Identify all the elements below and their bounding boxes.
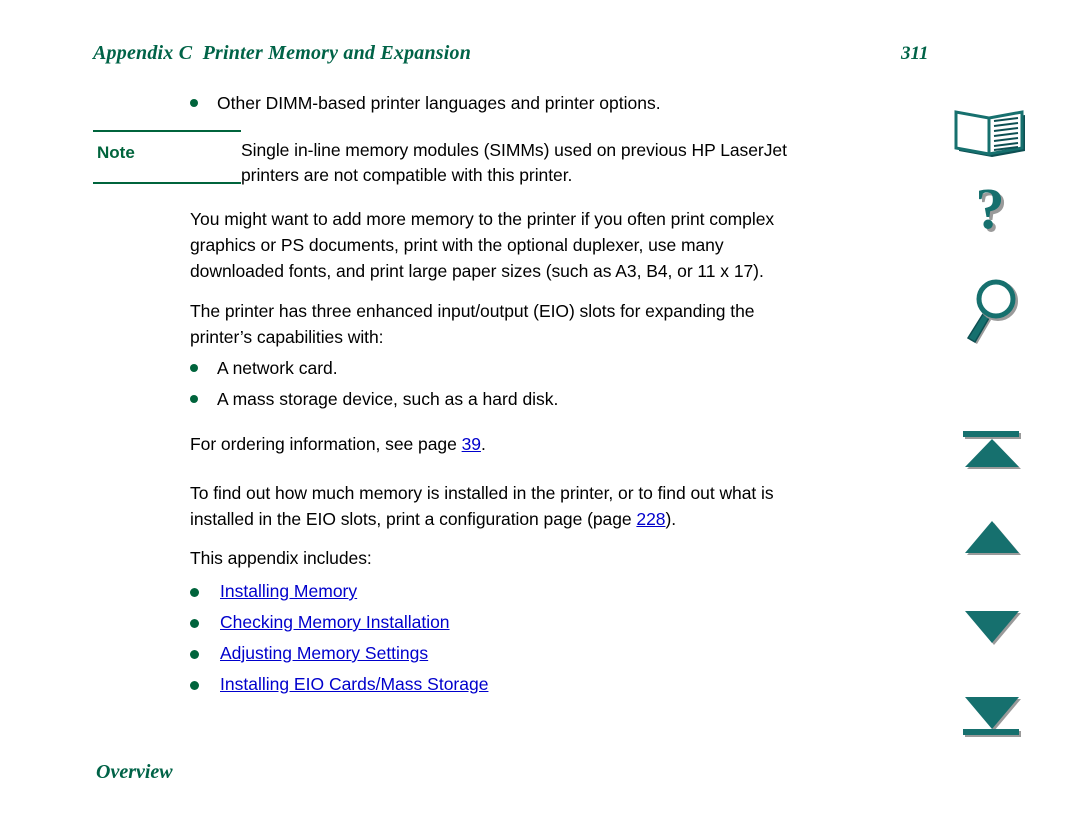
paragraph-eio-slots: The printer has three enhanced input/out… [190, 298, 920, 350]
ordering-prefix: For ordering information, see page [190, 434, 462, 454]
bullet-dot-icon [190, 650, 199, 659]
list-item: Other DIMM-based printer languages and p… [190, 90, 890, 116]
page-link-39[interactable]: 39 [462, 434, 481, 454]
paragraph-line-with-link: installed in the EIO slots, print a conf… [190, 506, 930, 532]
link-checking-memory-installation[interactable]: Checking Memory Installation [220, 612, 450, 632]
paragraph-line: printer’s capabilities with: [190, 327, 384, 347]
list-item: A mass storage device, such as a hard di… [190, 386, 790, 412]
list-item[interactable]: Adjusting Memory Settings [190, 640, 750, 671]
bullet-dot-icon [190, 619, 199, 628]
bullet-dot-icon [190, 99, 198, 107]
paragraph-add-memory: You might want to add more memory to the… [190, 206, 920, 284]
list-item-label: A network card. [217, 358, 338, 378]
first-page-button[interactable] [942, 423, 1042, 471]
next-page-icon [965, 611, 1021, 645]
magnifier-icon [966, 279, 1018, 344]
previous-page-button[interactable] [942, 515, 1042, 559]
section-heading-overview: Overview [96, 761, 173, 783]
book-button[interactable] [942, 105, 1042, 161]
list-item-label: Other DIMM-based printer languages and p… [217, 93, 661, 113]
link-installing-eio-cards-mass-storage[interactable]: Installing EIO Cards/Mass Storage [220, 674, 488, 694]
paragraph-line: graphics or PS documents, print with the… [190, 235, 724, 255]
navigation-rail: ? ? [942, 95, 1047, 785]
note-label: Note [97, 143, 135, 162]
bullet-dot-icon [190, 364, 198, 372]
link-adjusting-memory-settings[interactable]: Adjusting Memory Settings [220, 643, 428, 663]
document-page: Appendix C Printer Memory and Expansion … [0, 0, 1080, 834]
note-body: Single in-line memory modules (SIMMs) us… [241, 138, 921, 188]
next-page-button[interactable] [942, 605, 1042, 649]
list-item[interactable]: Installing EIO Cards/Mass Storage [190, 671, 750, 702]
svg-text:?: ? [976, 183, 1005, 241]
last-page-button[interactable] [942, 693, 1042, 743]
go-to-last-page-icon [963, 697, 1021, 737]
paragraph-ordering-info: For ordering information, see page 39. [190, 431, 920, 457]
includes-intro-label: This appendix includes: [190, 548, 372, 568]
search-button[interactable] [942, 278, 1042, 346]
config-prefix: installed in the EIO slots, print a conf… [190, 509, 637, 529]
note-callout: Note [93, 130, 241, 184]
question-mark-icon: ? ? [976, 183, 1008, 244]
paragraph-configuration-page: To find out how much memory is installed… [190, 480, 930, 532]
link-installing-memory[interactable]: Installing Memory [220, 581, 357, 601]
note-body-line-2: printers are not compatible with this pr… [241, 165, 573, 185]
list-item: A network card. [190, 355, 790, 381]
page-link-228[interactable]: 228 [636, 509, 665, 529]
list-item[interactable]: Checking Memory Installation [190, 609, 750, 640]
config-suffix: ). [665, 509, 677, 529]
bullet-dot-icon [190, 588, 199, 597]
note-rule-top [93, 130, 241, 132]
book-icon [954, 110, 1025, 157]
paragraph-line: You might want to add more memory to the… [190, 209, 775, 229]
list-item[interactable]: Installing Memory [190, 578, 750, 609]
paragraph-line: The printer has three enhanced input/out… [190, 301, 755, 321]
previous-page-icon [965, 521, 1021, 555]
note-body-line-1: Single in-line memory modules (SIMMs) us… [241, 140, 787, 160]
paragraph-includes-intro: This appendix includes: [190, 545, 790, 571]
paragraph-line: downloaded fonts, and print large paper … [190, 261, 764, 281]
page-title: Appendix C Printer Memory and Expansion [93, 42, 472, 64]
paragraph-line: To find out how much memory is installed… [190, 483, 774, 503]
bullet-dot-icon [190, 395, 198, 403]
help-button[interactable]: ? ? [942, 183, 1042, 253]
appendix-contents-list: Installing Memory Checking Memory Instal… [190, 578, 750, 702]
page-number: 311 [901, 43, 929, 64]
go-to-first-page-icon [963, 431, 1021, 469]
list-item-label: A mass storage device, such as a hard di… [217, 389, 559, 409]
ordering-suffix: . [480, 434, 486, 454]
page-running-header: Appendix C Printer Memory and Expansion … [93, 42, 981, 68]
note-rule-bottom [93, 182, 241, 184]
bullet-dot-icon [190, 681, 199, 690]
